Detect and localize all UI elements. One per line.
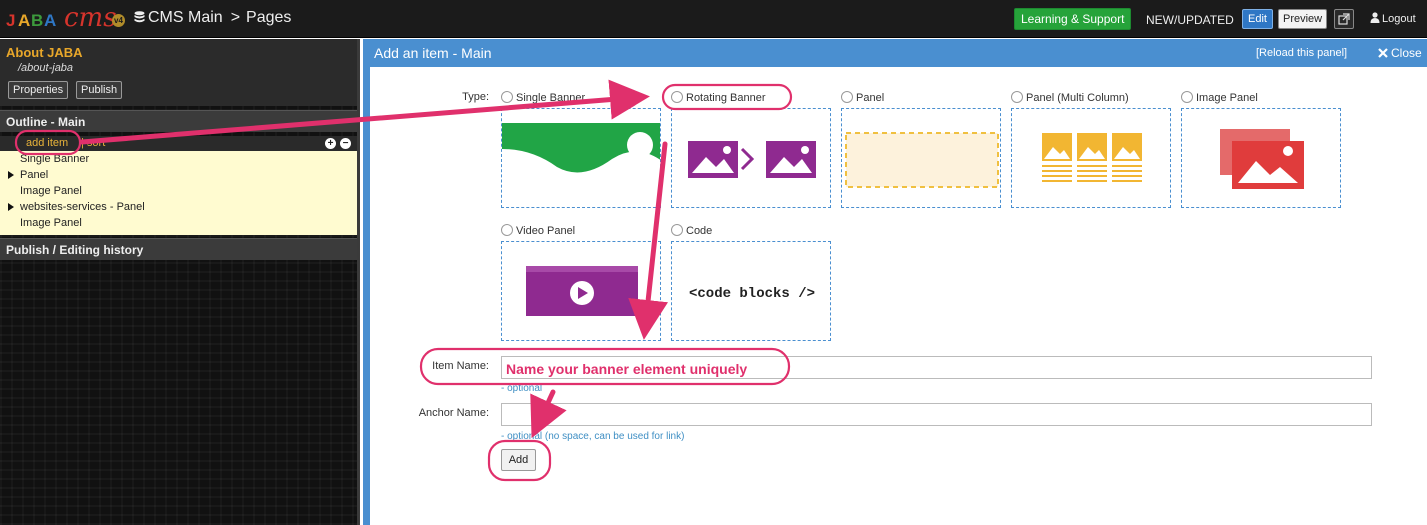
outline-item-label: Panel: [20, 169, 49, 181]
preview-button[interactable]: Preview: [1278, 9, 1328, 29]
video-panel-thumbnail: [526, 266, 638, 316]
rotating-banner-thumbnail: [688, 141, 816, 178]
page-title: About JABA: [6, 45, 83, 60]
outline-list: Single Banner Panel Image Panel websites…: [0, 151, 357, 235]
logo-script: cms: [64, 3, 117, 33]
logout-link[interactable]: Logout: [1370, 12, 1416, 25]
outline-item-label: Image Panel: [20, 217, 82, 229]
anchor-name-label: Anchor Name:: [418, 407, 489, 419]
item-name-input[interactable]: [501, 356, 1372, 379]
type-option-label: Image Panel: [1196, 92, 1258, 104]
outline-item[interactable]: Image Panel: [0, 215, 357, 231]
panel-thumbnail: [845, 132, 999, 188]
history-heading[interactable]: Publish / Editing history: [0, 238, 357, 260]
outline-toolbar: add item | sort + −: [0, 136, 357, 151]
new-updated-link[interactable]: NEW/UPDATED: [1146, 13, 1234, 27]
section-link[interactable]: Pages: [246, 9, 291, 26]
expand-triangle-icon[interactable]: [8, 203, 14, 211]
outline-item-label: Image Panel: [20, 185, 82, 197]
outline-item-label: websites-services - Panel: [20, 201, 145, 213]
panel-multi-column-preview[interactable]: [1011, 108, 1171, 208]
open-external-button[interactable]: [1334, 9, 1354, 29]
add-button[interactable]: Add: [501, 449, 536, 471]
image-panel-thumbnail: [1220, 129, 1304, 189]
panel-multi-column-thumbnail: [1042, 133, 1142, 182]
close-label: Close: [1391, 46, 1422, 60]
radio-circle[interactable]: [671, 224, 683, 236]
logo-version-badge: v4: [112, 14, 125, 27]
publish-button[interactable]: Publish: [76, 81, 123, 99]
type-option-label: Code: [686, 225, 713, 237]
radio-circle[interactable]: [501, 91, 513, 103]
code-preview[interactable]: <code blocks />: [671, 241, 831, 341]
panel-title: Add an item - Main: [374, 45, 492, 61]
collapse-all-icon[interactable]: −: [340, 138, 351, 149]
anchor-name-hint: - optional (no space, can be used for li…: [501, 431, 685, 442]
breadcrumb: CMS Main > Pages: [134, 9, 291, 27]
type-radio-single-banner[interactable]: Single Banner: [501, 91, 585, 104]
site-name-link[interactable]: CMS Main: [148, 9, 223, 26]
anchor-name-input[interactable]: [501, 403, 1372, 426]
radio-circle[interactable]: [1011, 91, 1023, 103]
logo-letter: A: [44, 11, 57, 30]
left-sidebar: About JABA /about-jaba Properties Publis…: [0, 39, 360, 525]
close-icon: [1378, 48, 1388, 58]
outline-item[interactable]: websites-services - Panel: [0, 199, 357, 215]
single-banner-preview[interactable]: [501, 108, 661, 208]
type-radio-panel[interactable]: Panel: [841, 91, 884, 104]
radio-circle[interactable]: [841, 91, 853, 103]
panel-preview[interactable]: [841, 108, 1001, 208]
expand-all-icon[interactable]: +: [325, 138, 336, 149]
code-preview-text: <code blocks />: [688, 286, 816, 302]
outline-item[interactable]: Panel: [0, 167, 357, 183]
reload-panel-link[interactable]: [Reload this panel]: [1256, 47, 1347, 59]
sort-link[interactable]: | sort: [81, 137, 105, 149]
learning-support-button[interactable]: Learning & Support: [1014, 8, 1132, 30]
type-option-label: Panel (Multi Column): [1026, 92, 1129, 104]
user-icon: [1370, 12, 1380, 23]
edit-button[interactable]: Edit: [1242, 9, 1273, 29]
type-option-label: Video Panel: [516, 225, 576, 237]
outline-heading: Outline - Main: [0, 110, 357, 132]
logo-letter: J: [6, 11, 16, 30]
outline-item[interactable]: Single Banner: [0, 151, 357, 167]
add-item-link[interactable]: add item: [26, 137, 68, 149]
database-icon: [134, 11, 145, 23]
panel-header: Add an item - Main [Reload this panel] C…: [363, 39, 1427, 67]
item-name-hint: - optional: [501, 383, 543, 394]
close-panel-link[interactable]: Close: [1378, 46, 1422, 60]
image-panel-preview[interactable]: [1181, 108, 1341, 208]
outline-item-label: Single Banner: [20, 153, 90, 165]
external-link-icon: [1338, 13, 1350, 25]
logout-label: Logout: [1382, 13, 1416, 25]
page-path: /about-jaba: [18, 62, 74, 74]
single-banner-thumbnail: [502, 123, 660, 187]
expand-triangle-icon[interactable]: [8, 171, 14, 179]
type-radio-image-panel[interactable]: Image Panel: [1181, 91, 1258, 104]
type-option-label: Panel: [856, 92, 885, 104]
radio-circle[interactable]: [671, 91, 683, 103]
rotating-banner-preview[interactable]: [671, 108, 831, 208]
type-label: Type:: [462, 91, 489, 103]
radio-circle[interactable]: [501, 224, 513, 236]
logo-letter: B: [31, 11, 44, 30]
outline-item[interactable]: Image Panel: [0, 183, 357, 199]
video-panel-preview[interactable]: [501, 241, 661, 341]
page-header: About JABA /about-jaba Properties Publis…: [0, 39, 357, 106]
type-radio-video-panel[interactable]: Video Panel: [501, 224, 575, 237]
radio-circle[interactable]: [1181, 91, 1193, 103]
type-option-label: Rotating Banner: [686, 92, 766, 104]
type-radio-code[interactable]: Code: [671, 224, 712, 237]
logo-letter: A: [18, 11, 31, 30]
breadcrumb-separator: >: [230, 9, 241, 26]
item-name-label: Item Name:: [432, 360, 489, 372]
top-bar: J A B A cms v4 CMS Main > Pages Learning &…: [0, 0, 1427, 38]
type-option-label: Single Banner: [516, 92, 586, 104]
jaba-cms-logo[interactable]: J A B A cms v4: [6, 3, 126, 33]
properties-button[interactable]: Properties: [8, 81, 69, 99]
type-radio-rotating-banner[interactable]: Rotating Banner: [671, 91, 766, 104]
type-radio-panel-multi-column[interactable]: Panel (Multi Column): [1011, 91, 1129, 104]
